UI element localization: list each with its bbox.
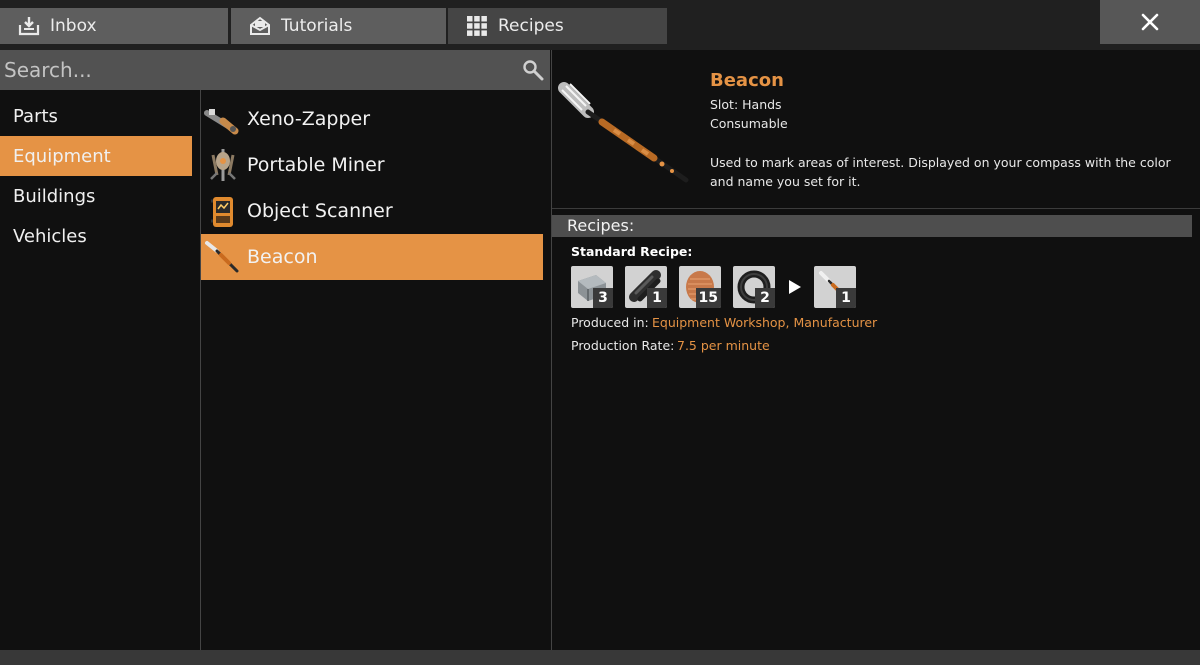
output-slot[interactable]: 1 — [814, 266, 856, 308]
category-vehicles[interactable]: Vehicles — [0, 216, 192, 256]
tab-inbox-label: Inbox — [50, 16, 97, 36]
ingredient-count: 1 — [647, 288, 667, 308]
item-label: Portable Miner — [247, 154, 385, 176]
item-label: Xeno-Zapper — [247, 108, 371, 130]
item-label: Beacon — [247, 246, 318, 268]
grid-icon — [466, 15, 488, 37]
detail-divider — [552, 208, 1200, 209]
search-icon[interactable] — [520, 57, 546, 83]
top-tab-bar: Inbox Tutorials Recipes — [0, 0, 1200, 50]
search-input[interactable] — [0, 50, 520, 90]
detail-description: Used to mark areas of interest. Displaye… — [710, 155, 1171, 189]
tutorials-icon — [249, 15, 271, 37]
category-label: Buildings — [13, 185, 96, 207]
item-label: Object Scanner — [247, 200, 393, 222]
item-object-scanner[interactable]: Object Scanner — [201, 188, 543, 234]
detail-slot: Slot: Hands — [710, 97, 782, 112]
category-label: Equipment — [13, 145, 111, 167]
ingredient-slot[interactable]: 2 — [733, 266, 775, 308]
beacon-icon — [558, 76, 698, 186]
item-beacon[interactable]: Beacon — [201, 234, 543, 280]
beacon-icon — [203, 237, 243, 277]
detail-title: Beacon — [710, 70, 784, 91]
tab-recipes[interactable]: Recipes — [448, 8, 667, 44]
category-label: Parts — [13, 105, 58, 127]
category-label: Vehicles — [13, 225, 87, 247]
category-equipment[interactable]: Equipment — [0, 136, 192, 176]
standard-recipe-label: Standard Recipe: — [571, 244, 693, 259]
detail-kind: Consumable — [710, 116, 788, 131]
recipes-header: Recipes: — [552, 215, 1192, 237]
close-button[interactable] — [1100, 0, 1200, 44]
output-count: 1 — [836, 288, 856, 308]
inbox-icon — [18, 15, 40, 37]
bottom-bar — [0, 650, 1200, 665]
category-list: Parts Equipment Buildings Vehicles — [0, 96, 200, 256]
produced-in-value: Equipment Workshop, Manufacturer — [652, 315, 878, 330]
ingredient-count: 15 — [695, 288, 721, 308]
object-scanner-icon — [203, 191, 243, 231]
tab-recipes-label: Recipes — [498, 16, 564, 36]
ingredient-count: 2 — [755, 288, 775, 308]
ingredient-slot[interactable]: 3 — [571, 266, 613, 308]
close-icon — [1141, 13, 1159, 31]
ingredient-count: 3 — [593, 288, 613, 308]
column-divider — [551, 50, 552, 650]
category-buildings[interactable]: Buildings — [0, 176, 192, 216]
play-arrow-icon — [789, 280, 801, 294]
tab-tutorials-label: Tutorials — [281, 16, 353, 36]
ingredient-slot[interactable]: 15 — [679, 266, 721, 308]
search-box — [0, 50, 550, 90]
portable-miner-icon — [203, 145, 243, 185]
produced-in-label: Produced in: — [571, 315, 649, 330]
tab-tutorials[interactable]: Tutorials — [231, 8, 446, 44]
xeno-zapper-icon — [203, 99, 243, 139]
ingredient-slot[interactable]: 1 — [625, 266, 667, 308]
item-list: Xeno-Zapper Portable Miner Object Scanne… — [201, 96, 543, 280]
tab-inbox[interactable]: Inbox — [0, 8, 228, 44]
item-xeno-zapper[interactable]: Xeno-Zapper — [201, 96, 543, 142]
category-parts[interactable]: Parts — [0, 96, 192, 136]
production-rate-value: 7.5 per minute — [677, 338, 770, 353]
item-portable-miner[interactable]: Portable Miner — [201, 142, 543, 188]
production-rate-label: Production Rate: — [571, 338, 675, 353]
